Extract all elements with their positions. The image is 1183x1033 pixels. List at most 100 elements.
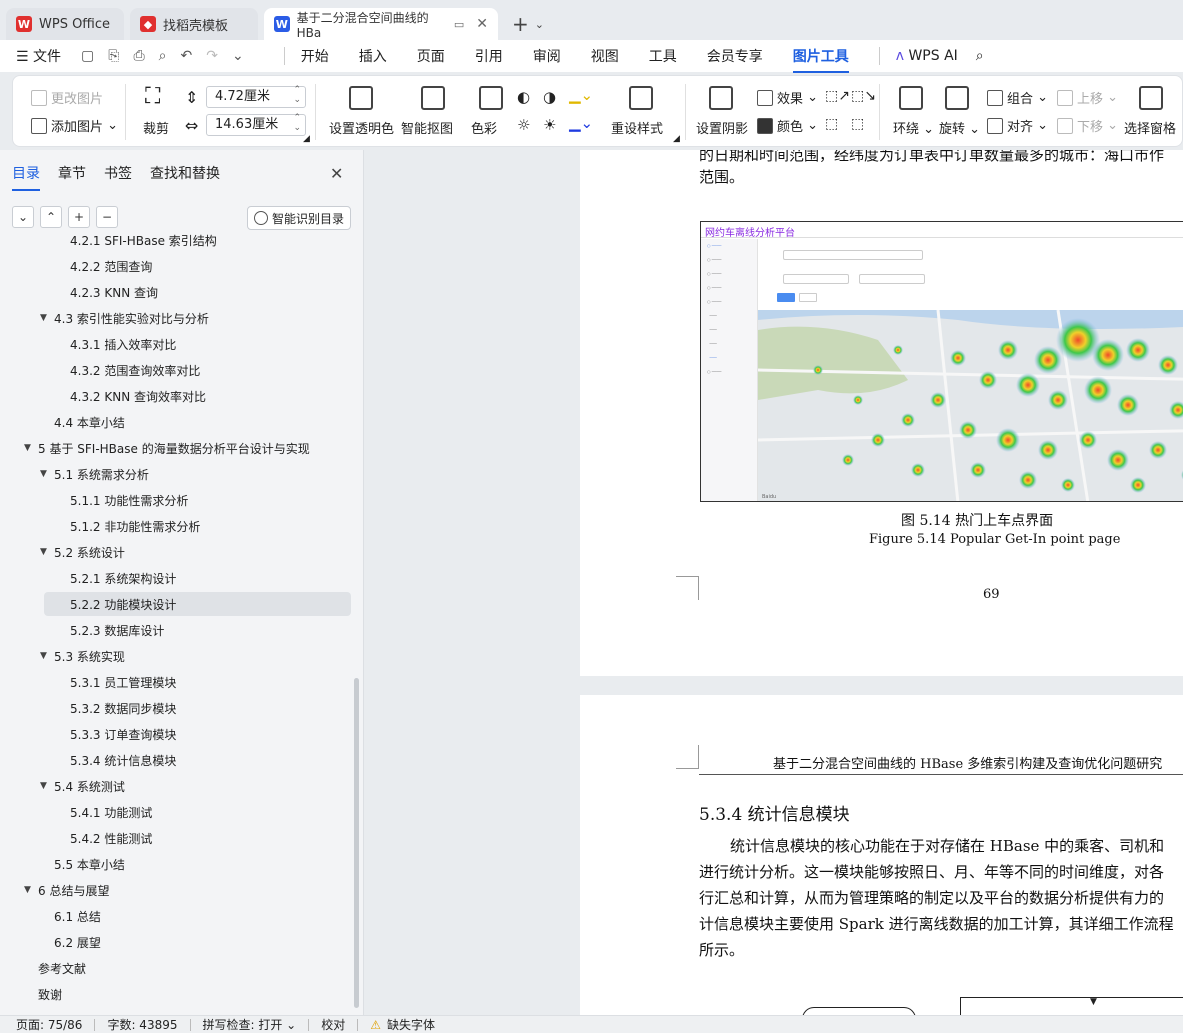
transparent-color-icon[interactable] xyxy=(349,86,373,110)
bring-forward-icon[interactable]: ⬚↗ xyxy=(825,88,850,104)
shadow-button[interactable]: 设置阴影 xyxy=(696,118,748,137)
move-up-button[interactable]: 上移 ⌄ xyxy=(1057,88,1118,107)
add-icon[interactable]: + xyxy=(68,206,90,228)
tab-template[interactable]: ◆ 找稻壳模板 xyxy=(130,8,258,40)
dialog-launcher-icon[interactable]: ◢ xyxy=(673,134,680,144)
toc-item[interactable]: ▼ 4.3 索引性能实验对比与分析 xyxy=(0,306,350,330)
tab-wps-office[interactable]: W WPS Office xyxy=(6,8,124,40)
shadow-icon[interactable] xyxy=(709,86,733,110)
menu-references[interactable]: 引用 xyxy=(475,46,503,66)
smart-cutout-button[interactable]: 智能抠图 xyxy=(401,118,453,137)
spell-check[interactable]: 拼写检查: 打开 ⌄ xyxy=(203,1016,297,1033)
missing-font[interactable]: 缺失字体 xyxy=(387,1016,435,1033)
transparent-color-button[interactable]: 设置透明色 xyxy=(329,118,394,137)
wrap-icon[interactable] xyxy=(899,86,923,110)
dialog-launcher-icon[interactable]: ◢ xyxy=(303,134,310,144)
toc-item[interactable]: 6.1 总结 xyxy=(0,904,350,928)
expand-triangle-icon[interactable]: ▼ xyxy=(40,469,54,479)
toc-item[interactable]: 致谢 xyxy=(0,982,350,1006)
toc-item[interactable]: 5.3.2 数据同步模块 xyxy=(0,696,350,720)
brightness-up-icon[interactable]: ◐ xyxy=(517,88,530,106)
scrollbar[interactable] xyxy=(354,678,359,1008)
toc-item[interactable]: ▼ 5.3 系统实现 xyxy=(0,644,350,668)
height-input[interactable]: 4.72厘米 xyxy=(206,85,306,108)
tab-document[interactable]: W 基于二分混合空间曲线的HBa ▭ ✕ xyxy=(264,8,498,40)
proofread[interactable]: 校对 xyxy=(321,1016,345,1033)
tab-toc[interactable]: 目录 xyxy=(12,163,40,191)
brightness-down-icon[interactable]: ◑ xyxy=(543,88,556,106)
change-picture-button[interactable]: 更改图片 xyxy=(31,88,103,107)
toc-item[interactable]: 5.3.3 订单查询模块 xyxy=(0,722,350,746)
page-indicator[interactable]: 页面: 75/86 xyxy=(16,1016,82,1033)
expand-triangle-icon[interactable]: ▼ xyxy=(40,651,54,661)
crop-icon[interactable]: ⛶ xyxy=(145,86,169,110)
wps-ai-button[interactable]: ᴧ WPS AI xyxy=(896,48,958,64)
tab-bookmarks[interactable]: 书签 xyxy=(104,163,132,183)
smart-cutout-icon[interactable] xyxy=(421,86,445,110)
smart-toc-button[interactable]: 智能识别目录 xyxy=(247,206,351,230)
toc-item[interactable]: 5.3.1 员工管理模块 xyxy=(0,670,350,694)
redo-icon[interactable]: ↷ xyxy=(206,48,218,64)
toc-item[interactable]: ▼ 6 总结与展望 xyxy=(0,878,350,902)
expand-triangle-icon[interactable]: ▼ xyxy=(40,547,54,557)
select-pane-icon[interactable] xyxy=(1139,86,1163,110)
chevron-up-icon[interactable]: ⌃ xyxy=(40,206,62,228)
new-tab-button[interactable]: + ⌄ xyxy=(504,8,552,40)
undo-icon[interactable]: ↶ xyxy=(181,48,193,64)
toc-item[interactable]: 5.2.2 功能模块设计 xyxy=(44,592,351,616)
toc-item[interactable]: 6.2 展望 xyxy=(0,930,350,954)
tab-sections[interactable]: 章节 xyxy=(58,163,86,183)
toc-item[interactable]: 4.3.2 KNN 查询效率对比 xyxy=(0,384,350,408)
select-pane-button[interactable]: 选择窗格 xyxy=(1124,118,1176,137)
align-button[interactable]: 对齐 ⌄ xyxy=(987,116,1048,135)
expand-triangle-icon[interactable]: ▼ xyxy=(40,781,54,791)
rotate-button[interactable]: 旋转 ⌄ xyxy=(939,118,980,137)
toc-item[interactable]: 5.4.1 功能测试 xyxy=(0,800,350,824)
expand-triangle-icon[interactable]: ▼ xyxy=(24,885,38,895)
tab-find-replace[interactable]: 查找和替换 xyxy=(150,163,220,183)
contrast-up-icon[interactable]: ☼ xyxy=(517,116,530,134)
menu-member[interactable]: 会员专享 xyxy=(707,46,763,66)
expand-triangle-icon[interactable]: ▼ xyxy=(40,313,54,323)
toc-item[interactable]: 4.2.1 SFI-HBase 索引结构 xyxy=(0,228,350,252)
expand-triangle-icon[interactable]: ▼ xyxy=(24,443,38,453)
export-icon[interactable]: ⎘ xyxy=(108,48,119,64)
send-backward-icon[interactable]: ⬚↘ xyxy=(851,88,876,104)
toc-item[interactable]: 参考文献 xyxy=(0,956,350,980)
toc-item[interactable]: 5.1.2 非功能性需求分析 xyxy=(0,514,350,538)
menu-review[interactable]: 审阅 xyxy=(533,46,561,66)
save-icon[interactable]: ▢ xyxy=(81,48,94,64)
toc-item[interactable]: ▼ 5.4 系统测试 xyxy=(0,774,350,798)
add-picture-button[interactable]: 添加图片 ⌄ xyxy=(31,116,118,135)
contrast-down-icon[interactable]: ☀ xyxy=(543,116,556,134)
wrap-button[interactable]: 环绕 ⌄ xyxy=(893,118,934,137)
menu-tools[interactable]: 工具 xyxy=(649,46,677,66)
move-down-button[interactable]: 下移 ⌄ xyxy=(1057,116,1118,135)
menu-picture-tools[interactable]: 图片工具 xyxy=(792,46,849,73)
chevron-down-icon[interactable]: ⌄ xyxy=(535,18,544,31)
fill-color-button[interactable]: 颜色 ⌄ xyxy=(757,116,818,135)
effect-button[interactable]: 效果 ⌄ xyxy=(757,88,818,107)
chevron-down-icon[interactable]: ⌄ xyxy=(12,206,34,228)
embedded-screenshot[interactable]: 网约车离线分析平台 ○ ──── ○ ──── ○ ──── ○ ──── ○ ────… xyxy=(700,221,1183,502)
toc-item[interactable]: ▼ 5.2 系统设计 xyxy=(0,540,350,564)
toc-item[interactable]: 4.3.2 范围查询效率对比 xyxy=(0,358,350,382)
highlight-icon[interactable]: ▁⌄ xyxy=(569,86,593,104)
toc-item[interactable]: ▼ 5.1 系统需求分析 xyxy=(0,462,350,486)
close-tab-icon[interactable]: ✕ xyxy=(476,16,488,32)
toc-item[interactable]: 5.2.3 数据库设计 xyxy=(0,618,350,642)
border-color-icon[interactable]: ▁⌄ xyxy=(569,114,593,132)
menu-page[interactable]: 页面 xyxy=(417,46,445,66)
toc-item[interactable]: 5.5 本章小结 xyxy=(0,852,350,876)
width-input[interactable]: 14.63厘米 xyxy=(206,113,306,136)
reset-style-icon[interactable] xyxy=(629,86,653,110)
toc-item[interactable]: 5.3.4 统计信息模块 xyxy=(0,748,350,772)
chevron-down-icon[interactable]: ⌄ xyxy=(232,48,244,64)
menu-home[interactable]: 开始 xyxy=(301,46,329,66)
color-button[interactable]: 色彩 xyxy=(471,118,497,137)
file-menu[interactable]: ☰ 文件 xyxy=(16,46,61,66)
print-preview-icon[interactable]: ⌕ xyxy=(159,48,167,64)
menu-view[interactable]: 视图 xyxy=(591,46,619,66)
crop-label[interactable]: 裁剪 xyxy=(143,118,169,137)
toc-item[interactable]: 5.1.1 功能性需求分析 xyxy=(0,488,350,512)
